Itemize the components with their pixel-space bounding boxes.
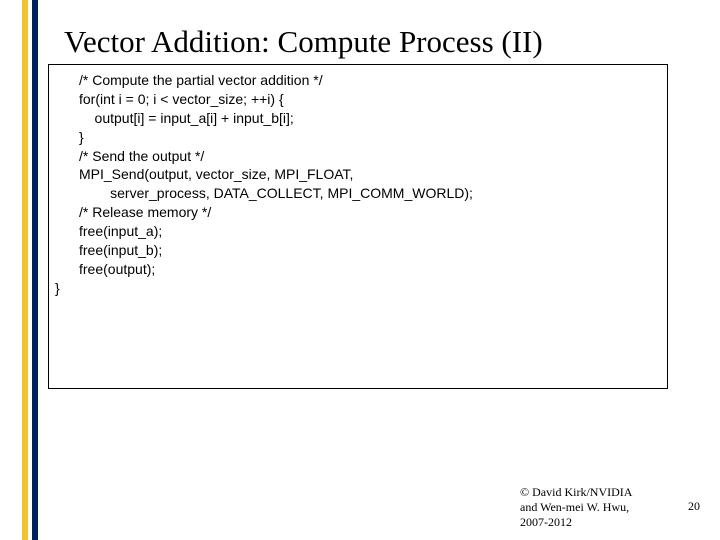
code-block-send: /* Send the output */ MPI_Send(output, v…	[49, 147, 667, 204]
footer-line-3: 2007-2012	[520, 515, 680, 530]
code-block-compute: /* Compute the partial vector addition *…	[49, 71, 667, 147]
accent-rule-yellow	[22, 0, 28, 540]
slide: Vector Addition: Compute Process (II) /*…	[0, 0, 720, 540]
accent-rule-navy	[32, 0, 38, 540]
code-box: /* Compute the partial vector addition *…	[48, 64, 668, 389]
code-block-free: /* Release memory */ free(input_a); free…	[49, 203, 667, 279]
footer-credit: © David Kirk/NVIDIA and Wen-mei W. Hwu, …	[520, 485, 680, 530]
code-close-brace: }	[49, 279, 667, 298]
slide-title: Vector Addition: Compute Process (II)	[64, 24, 543, 60]
footer-line-1: © David Kirk/NVIDIA	[520, 485, 680, 500]
footer-line-2: and Wen-mei W. Hwu,	[520, 500, 680, 515]
page-number: 20	[688, 499, 700, 514]
